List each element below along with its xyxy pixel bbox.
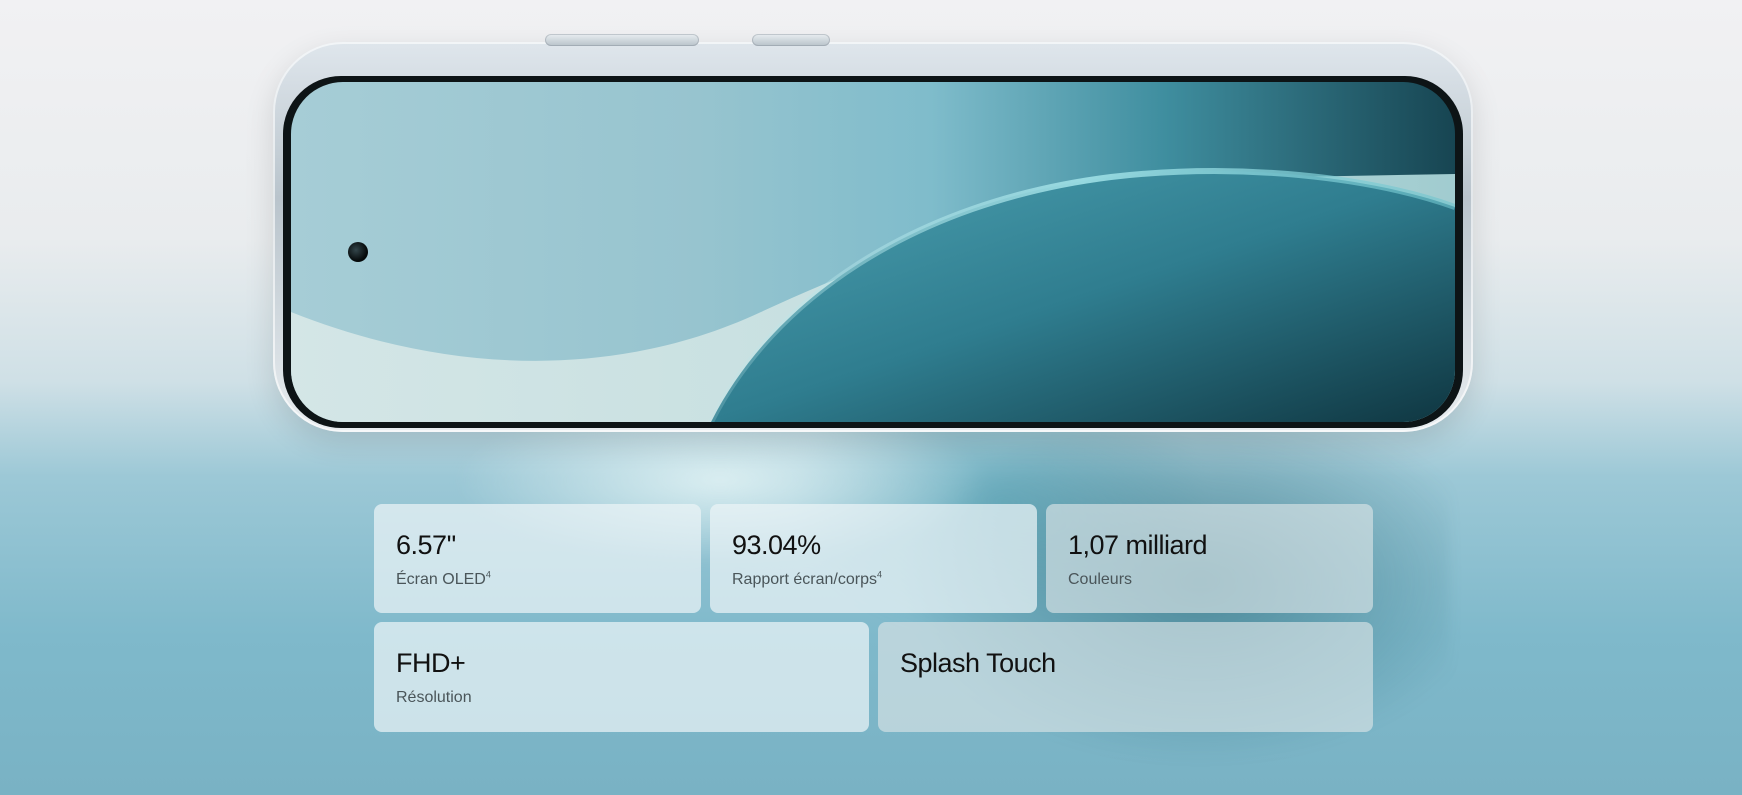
front-camera bbox=[348, 242, 368, 262]
spec-card-resolution: FHD+ Résolution bbox=[374, 622, 869, 732]
footnote-marker: 4 bbox=[485, 569, 491, 580]
spec-value: 1,07 milliard bbox=[1068, 530, 1208, 560]
spec-value: FHD+ bbox=[396, 648, 466, 678]
spec-value: 6.57'' bbox=[396, 530, 456, 560]
footnote-marker: 4 bbox=[876, 569, 882, 580]
spec-label: Couleurs bbox=[1068, 571, 1133, 588]
spec-card-colors: 1,07 milliard Couleurs bbox=[1046, 504, 1373, 613]
spec-card-splash-touch: Splash Touch bbox=[878, 622, 1373, 732]
spec-value: Splash Touch bbox=[900, 648, 1056, 678]
phone-bezel bbox=[283, 76, 1463, 428]
spec-card-screen-ratio: 93.04% Rapport écran/corps4 bbox=[710, 504, 1037, 613]
power-button bbox=[752, 34, 830, 46]
spec-card-screen-size: 6.57'' Écran OLED4 bbox=[374, 504, 701, 613]
spec-label: Rapport écran/corps4 bbox=[732, 569, 882, 588]
product-hero: 6.57'' Écran OLED4 93.04% Rapport écran/… bbox=[0, 0, 1742, 795]
phone-screen bbox=[291, 82, 1455, 422]
volume-button bbox=[545, 34, 699, 46]
phone-image bbox=[273, 34, 1473, 432]
spec-label: Écran OLED4 bbox=[396, 569, 491, 588]
spec-label: Résolution bbox=[396, 689, 472, 706]
screen-wallpaper bbox=[291, 168, 1455, 422]
spec-value: 93.04% bbox=[732, 530, 821, 560]
